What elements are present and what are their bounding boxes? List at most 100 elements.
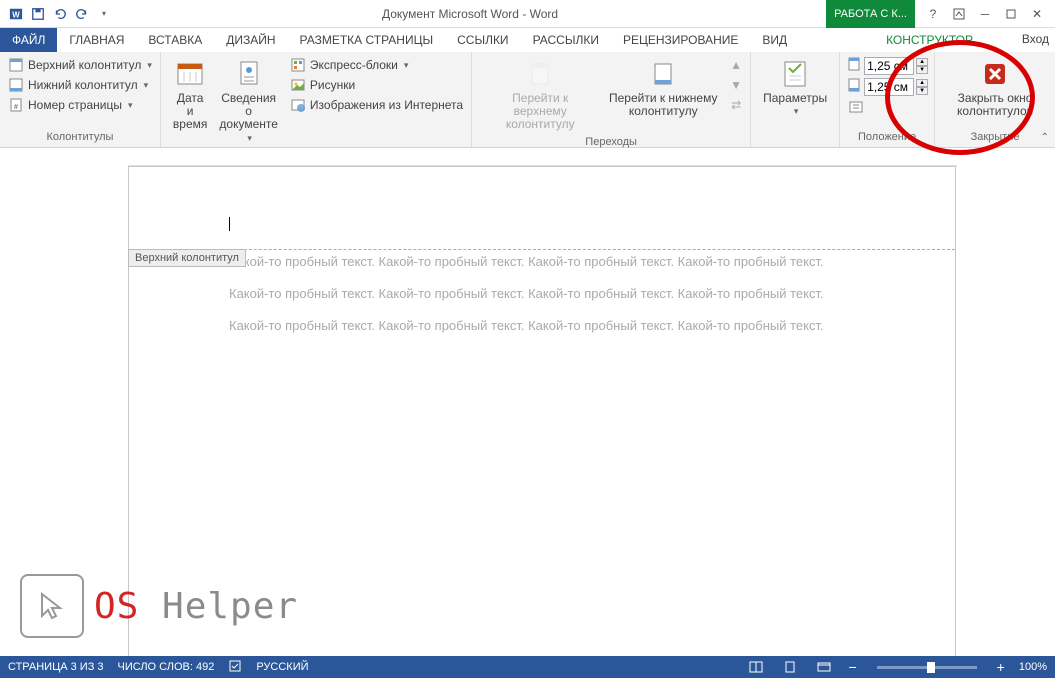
redo-button[interactable]	[72, 4, 92, 24]
status-bar: СТРАНИЦА 3 ИЗ 3 ЧИСЛО СЛОВ: 492 РУССКИЙ …	[0, 656, 1055, 678]
quick-parts-label: Экспресс-блоки	[310, 58, 398, 72]
tab-layout[interactable]: РАЗМЕТКА СТРАНИЦЫ	[288, 28, 446, 52]
tab-file[interactable]: ФАЙЛ	[0, 28, 57, 52]
tab-insert[interactable]: ВСТАВКА	[136, 28, 214, 52]
quick-parts-icon	[290, 57, 306, 73]
footer-from-bottom[interactable]: ▲▼	[846, 77, 928, 96]
insert-alignment-tab[interactable]	[846, 98, 928, 116]
group-hf-label: Колонтитулы	[6, 129, 154, 143]
wm-helper: Helper	[139, 586, 298, 627]
tab-constructor[interactable]: КОНСТРУКТОР	[874, 28, 985, 52]
goto-footer-icon	[647, 58, 679, 90]
nav-prev-button: ▲	[728, 56, 744, 74]
link-icon: ⇄	[730, 97, 742, 113]
header-button[interactable]: Верхний колонтитул▾	[6, 56, 154, 74]
read-mode-button[interactable]	[746, 659, 766, 675]
next-icon: ▼	[730, 77, 742, 93]
ribbon-tabs: ФАЙЛ ГЛАВНАЯ ВСТАВКА ДИЗАЙН РАЗМЕТКА СТР…	[0, 28, 1055, 52]
wm-os: OS	[94, 586, 139, 627]
spin-down[interactable]: ▼	[916, 66, 928, 74]
status-language[interactable]: РУССКИЙ	[256, 661, 308, 673]
ribbon-display-button[interactable]	[947, 4, 971, 24]
header-edit-zone[interactable]	[129, 167, 955, 233]
date-time-button[interactable]: Дата и время	[167, 56, 213, 145]
spin-down[interactable]: ▼	[916, 87, 928, 95]
zoom-in-button[interactable]: +	[997, 659, 1005, 675]
sign-in-link[interactable]: Вход	[1022, 32, 1049, 46]
footer-icon	[8, 77, 24, 93]
tab-design[interactable]: ДИЗАЙН	[214, 28, 287, 52]
group-headers-footers: Верхний колонтитул▾ Нижний колонтитул▾ #…	[0, 52, 161, 147]
collapse-ribbon-button[interactable]: ⌃	[1041, 132, 1049, 143]
page-number-button[interactable]: # Номер страницы▾	[6, 96, 154, 114]
footer-button[interactable]: Нижний колонтитул▾	[6, 76, 154, 94]
close-hf-label: Закрыть окно колонтитулов	[947, 92, 1043, 118]
goto-header-button: Перейти к верхнему колонтитулу	[478, 56, 602, 134]
header-icon	[8, 57, 24, 73]
header-boundary	[129, 249, 955, 250]
tab-view[interactable]: ВИД	[750, 28, 799, 52]
tab-mailings[interactable]: РАССЫЛКИ	[521, 28, 611, 52]
close-button[interactable]: ✕	[1025, 4, 1049, 24]
ribbon: Верхний колонтитул▾ Нижний колонтитул▾ #…	[0, 52, 1055, 148]
doc-info-button[interactable]: Сведения о документе▾	[213, 56, 284, 145]
svg-text:W: W	[12, 10, 20, 19]
tab-review[interactable]: РЕЦЕНЗИРОВАНИЕ	[611, 28, 750, 52]
text-cursor	[229, 215, 855, 233]
pictures-label: Рисунки	[310, 78, 355, 92]
cursor-icon	[20, 574, 84, 638]
status-page[interactable]: СТРАНИЦА 3 ИЗ 3	[8, 661, 104, 673]
save-button[interactable]	[28, 4, 48, 24]
word-icon: W	[6, 4, 26, 24]
nav-link-button: ⇄	[728, 96, 744, 114]
calendar-icon	[174, 58, 206, 90]
options-button[interactable]: Параметры ▾	[757, 56, 833, 129]
header-from-top[interactable]: ▲▼	[846, 56, 928, 75]
group-nav-label: Переходы	[478, 134, 744, 148]
status-word-count[interactable]: ЧИСЛО СЛОВ: 492	[118, 661, 215, 673]
goto-footer-label: Перейти к нижнему колонтитулу	[608, 92, 718, 118]
close-header-footer-button[interactable]: Закрыть окно колонтитулов	[941, 56, 1049, 129]
print-layout-button[interactable]	[780, 659, 800, 675]
tab-home[interactable]: ГЛАВНАЯ	[57, 28, 136, 52]
window-title: Документ Microsoft Word - Word	[114, 7, 826, 21]
spin-up[interactable]: ▲	[916, 58, 928, 66]
watermark-text: OS Helper	[94, 585, 298, 627]
body-paragraph: Какой-то пробный текст. Какой-то пробный…	[229, 317, 855, 335]
undo-button[interactable]	[50, 4, 70, 24]
pictures-icon	[290, 77, 306, 93]
tab-references[interactable]: ССЫЛКИ	[445, 28, 520, 52]
options-label: Параметры	[763, 92, 827, 105]
footer-bottom-value[interactable]	[864, 78, 914, 96]
watermark-logo: OS Helper	[20, 574, 298, 638]
body-paragraph: Какой-то пробный текст. Какой-то пробный…	[229, 253, 855, 271]
horizontal-ruler[interactable]	[128, 148, 957, 166]
svg-text:#: #	[14, 104, 18, 111]
quick-parts-button[interactable]: Экспресс-блоки▾	[288, 56, 465, 74]
proofing-icon[interactable]	[228, 659, 242, 676]
group-navigation: Перейти к верхнему колонтитулу Перейти к…	[472, 52, 751, 147]
zoom-slider[interactable]	[877, 666, 977, 669]
quick-access-toolbar: W ▾	[0, 4, 114, 24]
web-layout-button[interactable]	[814, 659, 834, 675]
online-pictures-button[interactable]: Изображения из Интернета	[288, 96, 465, 114]
group-position-label: Положение	[846, 129, 928, 143]
maximize-button[interactable]	[999, 4, 1023, 24]
goto-header-label: Перейти к верхнему колонтитулу	[484, 92, 596, 132]
header-top-value[interactable]	[864, 57, 914, 75]
qat-customize-button[interactable]: ▾	[94, 4, 114, 24]
spin-up[interactable]: ▲	[916, 79, 928, 87]
align-tab-icon	[848, 99, 864, 115]
goto-footer-button[interactable]: Перейти к нижнему колонтитулу	[602, 56, 724, 134]
minimize-button[interactable]: ─	[973, 4, 997, 24]
group-position: ▲▼ ▲▼ Положение	[840, 52, 935, 147]
zoom-out-button[interactable]: −	[848, 659, 856, 675]
group-close-label: Закрытие	[941, 129, 1049, 143]
prev-icon: ▲	[730, 57, 742, 73]
pictures-button[interactable]: Рисунки	[288, 76, 465, 94]
zoom-level[interactable]: 100%	[1019, 661, 1047, 673]
help-button[interactable]: ?	[921, 4, 945, 24]
close-icon	[979, 58, 1011, 90]
group-close: Закрыть окно колонтитулов Закрытие	[935, 52, 1055, 147]
header-top-icon	[846, 56, 862, 75]
